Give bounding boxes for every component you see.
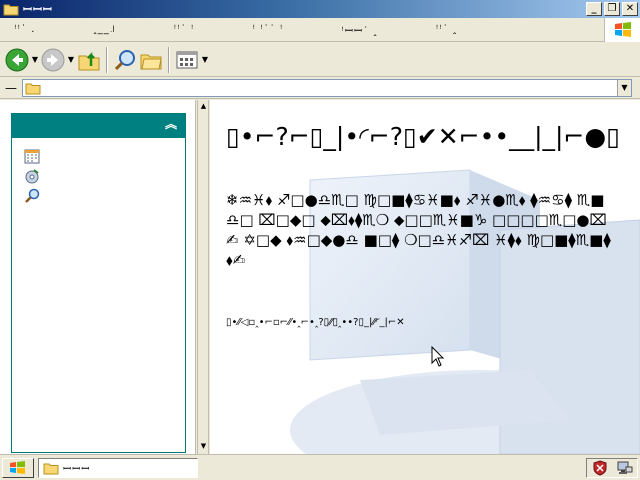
views-dropdown[interactable]: ▼: [200, 46, 210, 74]
forward-button[interactable]: [40, 46, 66, 74]
mouse-cursor-icon: [431, 346, 445, 367]
welcome-title: ▯•⌐?⌐▯_|•◜⌐?▯✔✕⌐••__|_|⌐●▯: [226, 122, 620, 151]
computer-watermark-icon: [290, 169, 640, 454]
folders-button[interactable]: [138, 46, 164, 74]
address-label-icon: —: [5, 80, 17, 95]
security-shield-icon[interactable]: [592, 460, 608, 476]
folder-icon: [43, 463, 59, 474]
forward-arrow-icon: [41, 48, 65, 71]
close-button[interactable]: ✕: [622, 2, 638, 16]
system-tray: [586, 458, 638, 478]
content-pane: ▯•⌐?⌐▯_|•◜⌐?▯✔✕⌐••__|_|⌐●▯ ❄♒♓⬧ ♐□●♎♏□ ♍…: [210, 100, 640, 454]
scroll-up-arrow-icon[interactable]: ▲: [198, 100, 209, 112]
minimize-button[interactable]: _: [586, 2, 602, 16]
folder-icon: [25, 83, 41, 95]
menu-item-3[interactable]: ꜝꜝ˙ ꜝ: [174, 24, 195, 35]
task-box: ︽: [11, 113, 186, 453]
address-field[interactable]: ▼: [22, 79, 632, 97]
address-bar: — ▼: [0, 77, 640, 99]
task-item-search[interactable]: [24, 188, 42, 206]
disk-cleanup-icon: [25, 169, 39, 184]
menu-item-5[interactable]: ꜝꟷꟷ˙ ꞈ: [341, 23, 377, 37]
scrollbar-track[interactable]: [199, 114, 208, 438]
welcome-body: ❄♒♓⬧ ♐□●♎♏□ ♍□■⧫♋♓■⬧ ♐♓●♏⬧ ⧫♒♋⧫ ♏■♎□ ⌧□◆…: [226, 191, 611, 269]
search-button[interactable]: [112, 46, 138, 74]
calendar-icon: [24, 149, 40, 164]
restore-button[interactable]: ❐: [604, 2, 620, 16]
back-button[interactable]: [4, 46, 30, 74]
up-folder-button[interactable]: [76, 46, 102, 74]
folders-icon: [140, 54, 162, 69]
address-dropdown[interactable]: ▼: [617, 80, 631, 96]
menu-item-6[interactable]: ꜝꜝ˙ ꞈ: [436, 24, 458, 35]
task-pane: ︽: [0, 100, 196, 454]
network-computer-icon[interactable]: [617, 460, 633, 476]
title-bar: ꟷꟷꟷ _ ❐ ✕: [0, 0, 640, 18]
back-dropdown[interactable]: ▼: [30, 46, 40, 74]
search-icon: [114, 49, 135, 70]
menu-item-1[interactable]: ꜝꜝ˙ .: [14, 24, 35, 35]
task-item-disk[interactable]: [24, 168, 42, 186]
views-button[interactable]: [174, 46, 200, 74]
menu-item-2[interactable]: ꞈ__꜌: [93, 24, 115, 35]
toolbar-separator: [106, 46, 108, 73]
status-bar: ꟷꟷꟷ: [0, 454, 640, 480]
task-box-header[interactable]: ︽: [12, 114, 185, 138]
menu-item-4[interactable]: ꜝ ꜝ˙˙ ꜝ: [252, 24, 283, 35]
taskbar-window-button[interactable]: ꟷꟷꟷ: [38, 457, 198, 478]
windows-logo: [604, 18, 640, 42]
windows-flag-icon: [10, 460, 25, 474]
window-title: ꟷꟷꟷ: [23, 2, 53, 16]
toolbar-separator-2: [168, 46, 170, 73]
scroll-down-arrow-icon[interactable]: ▼: [198, 440, 209, 452]
forward-dropdown[interactable]: ▼: [66, 46, 76, 74]
collapse-chevron-icon[interactable]: ︽: [165, 118, 177, 130]
vertical-scrollbar[interactable]: ▲ ▼: [197, 100, 209, 454]
views-grid-icon: [176, 51, 198, 68]
menu-bar: ꜝꜝ˙ . ꞈ__꜌ ꜝꜝ˙ ꜝ ꜝ ꜝ˙˙ ꜝ ꜝꟷꟷ˙ ꞈ ꜝꜝ˙ ꞈ: [0, 18, 640, 42]
up-folder-icon: [78, 51, 100, 70]
window-controls: _ ❐ ✕: [586, 2, 638, 16]
toolbar: ▼ ▼ ▼: [0, 43, 640, 77]
show-contents-link[interactable]: ▯•⁄⁄◁▫‸•⌐▫⌐⁄⁄•‸⌐•‸?▯⁄⁄▯‸••?▯_|⁄⁄◜_|⌐✕: [226, 316, 616, 330]
windows-flag-icon: [614, 22, 631, 37]
task-item-calendar[interactable]: [24, 148, 42, 166]
taskbar-window-label: ꟷꟷꟷ: [63, 463, 91, 475]
start-button[interactable]: [2, 457, 34, 478]
back-arrow-icon: [5, 48, 29, 71]
folder-icon: [3, 4, 19, 16]
search-icon: [25, 188, 40, 203]
